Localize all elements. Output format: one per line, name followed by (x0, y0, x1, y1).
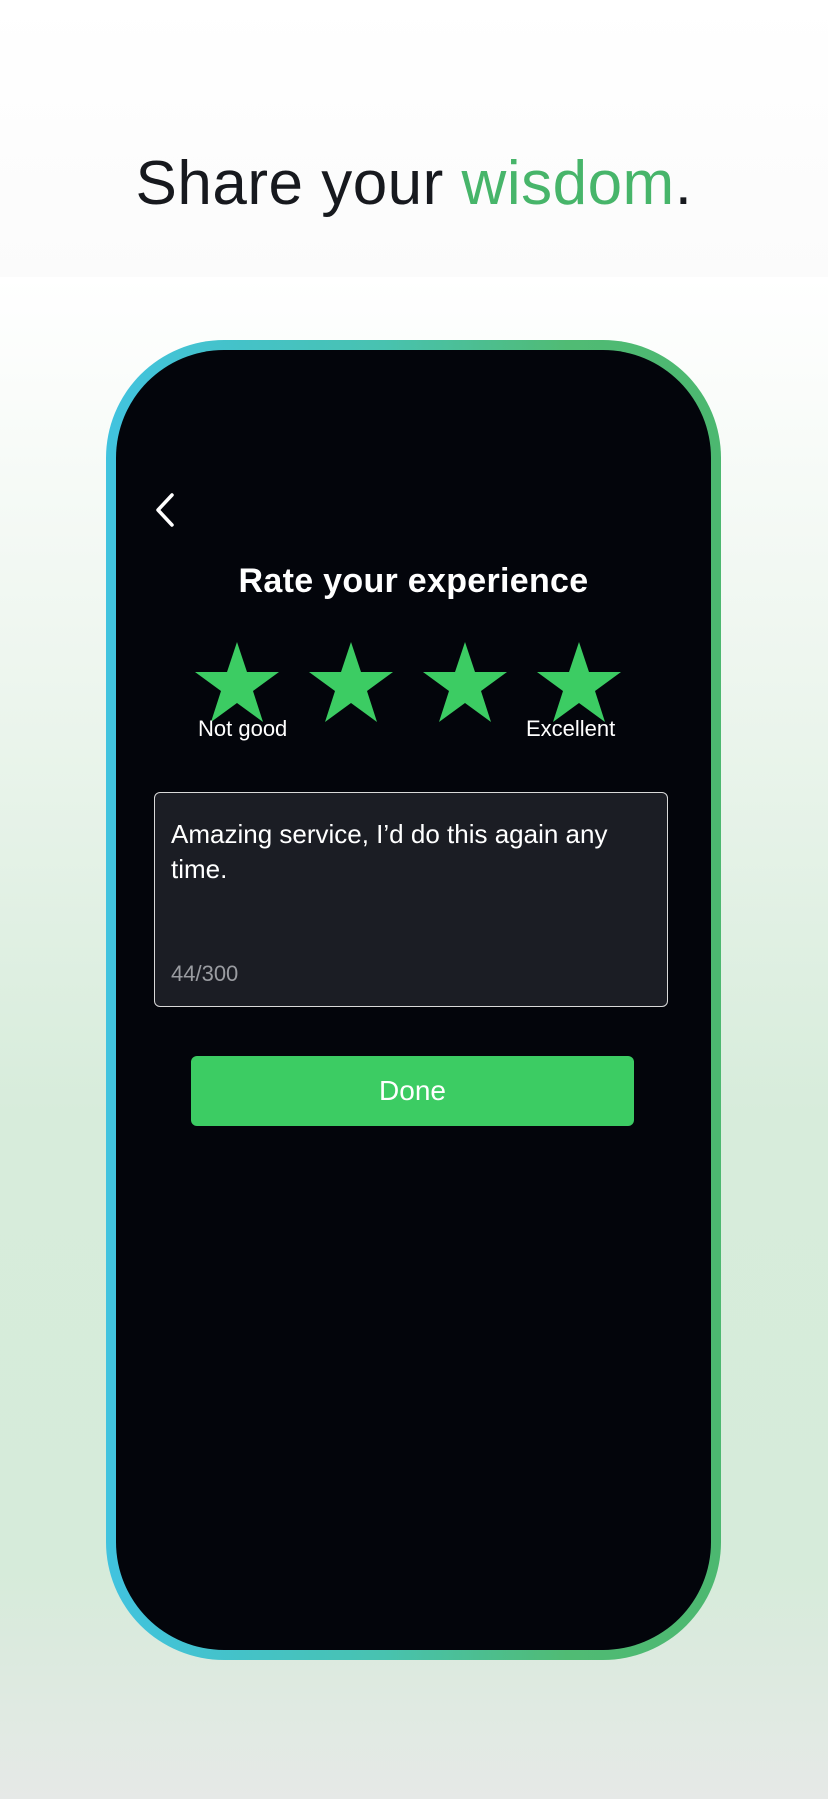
phone-screen: Rate your experience Not good Excellent … (116, 350, 711, 1650)
screen-title: Rate your experience (238, 562, 589, 600)
star-1-icon[interactable] (195, 642, 279, 724)
comment-textarea[interactable]: Amazing service, I’d do this again any t… (154, 792, 668, 1007)
star-3-icon[interactable] (423, 642, 507, 724)
headline-accent: wisdom (461, 149, 675, 218)
phone-frame: Rate your experience Not good Excellent … (106, 340, 721, 1660)
done-button[interactable]: Done (191, 1056, 634, 1126)
star-4-icon[interactable] (537, 642, 621, 724)
header-background (0, 0, 828, 277)
headline-suffix: . (674, 149, 693, 218)
headline-prefix: Share your (135, 149, 462, 218)
character-counter: 44/300 (171, 961, 239, 986)
rating-high-label: Excellent (526, 716, 616, 741)
star-2-icon[interactable] (309, 642, 393, 724)
comment-text: Amazing service, I’d do this again any t… (171, 819, 608, 884)
chevron-left-icon (156, 493, 174, 527)
back-button[interactable] (150, 490, 180, 530)
headline: Share your wisdom. (0, 146, 828, 222)
rating-low-label: Not good (198, 716, 288, 741)
